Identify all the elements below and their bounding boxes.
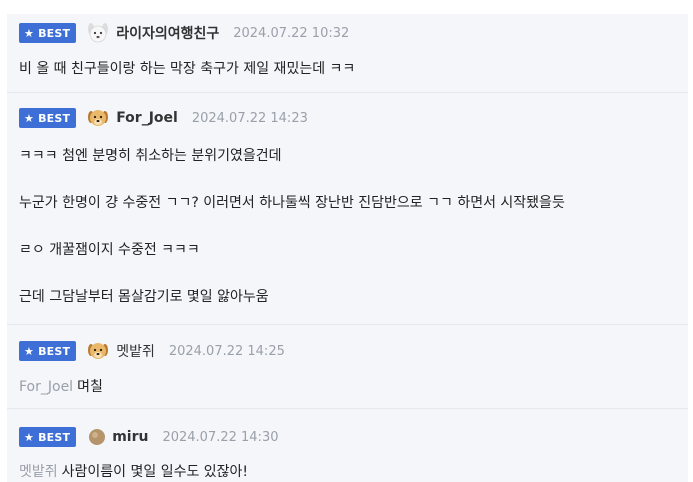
comment-date: 2024.07.22 14:30 [162,429,279,445]
comment-text: ㅋㅋㅋ 첨엔 분명히 취소하는 분위기였을건데 [19,148,282,164]
comment-text: 비 올 때 친구들이랑 하는 막장 축구가 제일 재밌는데 ㅋㅋ [19,61,356,77]
best-badge-label: BEST [38,344,71,358]
comment-item: ★ BEST For_Joel 2024.07.22 14:23 ㅋㅋㅋ 첨엔 … [7,93,688,325]
comment-header: ★ BEST miru 2024.07.22 14:30 [19,424,278,450]
comment-date: 2024.07.22 14:23 [191,110,308,126]
comment-header: ★ BEST 멧밭쥐 2024.07.22 14:25 [19,338,285,364]
comment-date: 2024.07.22 14:25 [168,343,285,359]
best-badge: ★ BEST [19,341,77,361]
comment-text: ㄹㅇ 개꿀잼이지 수중전 ㅋㅋㅋ [19,242,200,258]
author-nickname[interactable]: 라이자의여행친구 [116,23,219,43]
reply-mention[interactable]: For_Joel [19,379,73,395]
best-badge: ★ BEST [19,108,77,128]
best-badge-label: BEST [38,111,71,125]
comment-text: 근데 그담날부터 몸살감기로 몇일 앓아누움 [19,289,269,305]
author-nickname[interactable]: 멧밭쥐 [116,341,155,361]
comment-date: 2024.07.22 10:32 [233,25,350,41]
comment-list: ★ BEST 라이자의여행친구 2024.07.22 10:32 비 올 때 친… [0,0,693,482]
reply-mention[interactable]: 멧밭쥐 [19,464,58,480]
comment-header: ★ BEST 라이자의여행친구 2024.07.22 10:32 [19,20,349,46]
comment-text: For_Joel 며칠 [19,376,103,396]
best-badge: ★ BEST [19,427,77,447]
white-puppy-icon[interactable] [86,21,110,45]
author-nickname[interactable]: For_Joel [116,110,178,126]
star-icon: ★ [24,430,35,444]
best-badge-label: BEST [38,26,71,40]
star-icon: ★ [24,344,35,358]
golden-puppy-icon[interactable] [86,339,110,363]
comment-header: ★ BEST For_Joel 2024.07.22 14:23 [19,105,308,131]
star-icon: ★ [24,111,35,125]
star-icon: ★ [24,26,35,40]
best-badge-label: BEST [38,430,71,444]
comment-item: ★ BEST 멧밭쥐 2024.07.22 14:25 For_Joel 며칠 [7,325,688,409]
comment-item: ★ BEST 라이자의여행친구 2024.07.22 10:32 비 올 때 친… [7,14,688,93]
comment-body: 사람이름이 몇일 일수도 있잖아! [61,464,249,480]
best-badge: ★ BEST [19,23,77,43]
comment-item: ★ BEST miru 2024.07.22 14:30 멧밭쥐 사람이름이 몇일… [7,409,688,482]
comment-body: 며칠 [77,379,103,395]
round-avatar-icon[interactable] [88,428,106,446]
comment-text: 누군가 한명이 걍 수중전 ㄱㄱ? 이러면서 하나둘씩 장난반 진담반으로 ㄱㄱ… [19,195,565,211]
author-nickname[interactable]: miru [112,429,148,445]
golden-puppy-icon[interactable] [86,106,110,130]
comment-text: 멧밭쥐 사람이름이 몇일 일수도 있잖아! [19,461,248,481]
